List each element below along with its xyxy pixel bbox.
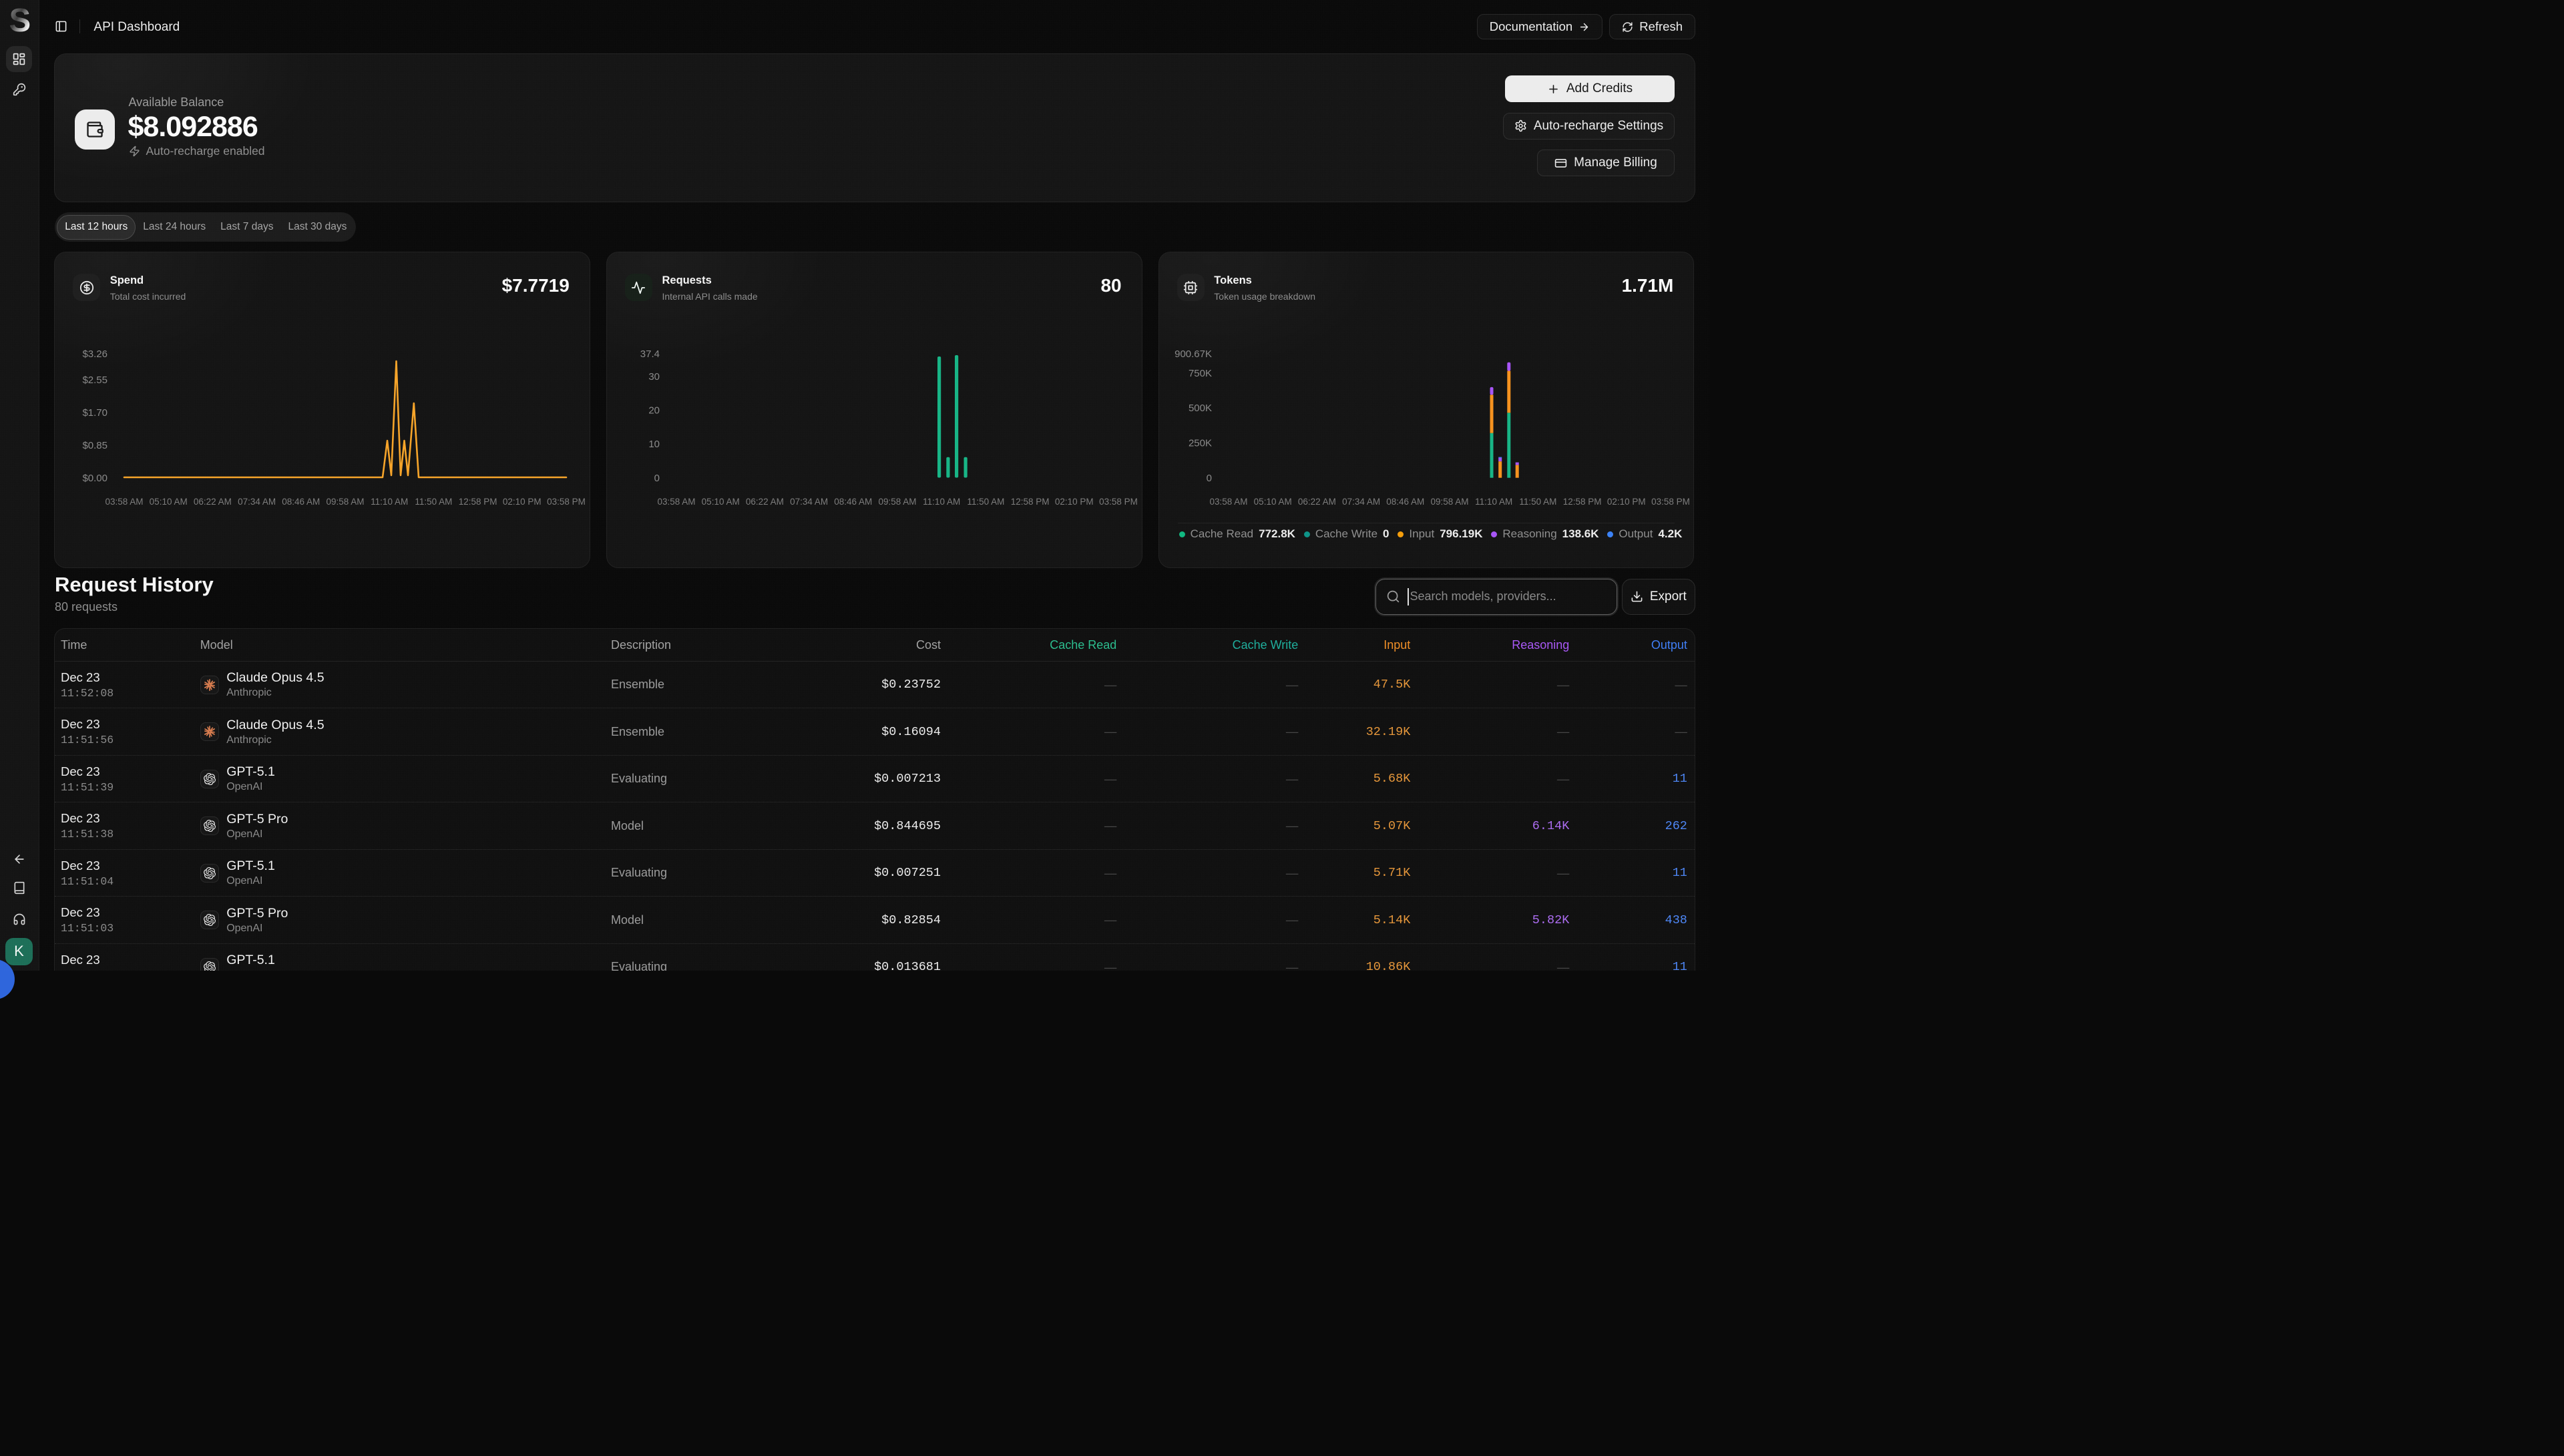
svg-text:05:10 AM: 05:10 AM [150, 497, 188, 507]
svg-text:07:34 AM: 07:34 AM [1342, 497, 1380, 507]
svg-text:500K: 500K [1189, 403, 1212, 414]
svg-text:11:10 AM: 11:10 AM [1475, 497, 1512, 507]
svg-text:11:50 AM: 11:50 AM [967, 497, 1004, 507]
svg-text:03:58 PM: 03:58 PM [1099, 497, 1138, 507]
svg-text:250K: 250K [1189, 438, 1212, 449]
svg-text:$1.70: $1.70 [82, 407, 108, 419]
svg-text:06:22 AM: 06:22 AM [746, 497, 784, 507]
svg-text:12:58 PM: 12:58 PM [459, 497, 497, 507]
svg-text:30: 30 [648, 371, 660, 383]
svg-text:06:22 AM: 06:22 AM [1297, 497, 1335, 507]
svg-text:07:34 AM: 07:34 AM [790, 497, 828, 507]
svg-text:07:34 AM: 07:34 AM [238, 497, 276, 507]
svg-text:08:46 AM: 08:46 AM [834, 497, 872, 507]
svg-text:02:10 PM: 02:10 PM [503, 497, 542, 507]
svg-text:09:58 AM: 09:58 AM [1430, 497, 1468, 507]
svg-text:05:10 AM: 05:10 AM [1253, 497, 1291, 507]
svg-text:09:58 AM: 09:58 AM [326, 497, 364, 507]
svg-text:08:46 AM: 08:46 AM [282, 497, 320, 507]
svg-text:$3.26: $3.26 [82, 348, 108, 360]
svg-text:11:10 AM: 11:10 AM [923, 497, 960, 507]
svg-text:$2.55: $2.55 [82, 375, 108, 386]
svg-text:12:58 PM: 12:58 PM [1010, 497, 1049, 507]
svg-text:08:46 AM: 08:46 AM [1386, 497, 1424, 507]
svg-text:750K: 750K [1189, 368, 1212, 379]
svg-text:$0.00: $0.00 [82, 473, 108, 484]
svg-text:11:50 AM: 11:50 AM [415, 497, 452, 507]
svg-text:03:58 AM: 03:58 AM [657, 497, 695, 507]
svg-text:0: 0 [654, 473, 659, 484]
svg-text:06:22 AM: 06:22 AM [194, 497, 232, 507]
svg-text:03:58 PM: 03:58 PM [547, 497, 586, 507]
svg-text:0: 0 [1206, 473, 1211, 484]
svg-text:03:58 AM: 03:58 AM [105, 497, 143, 507]
svg-text:11:50 AM: 11:50 AM [1519, 497, 1556, 507]
svg-text:20: 20 [648, 405, 660, 417]
svg-text:09:58 AM: 09:58 AM [878, 497, 916, 507]
svg-text:02:10 PM: 02:10 PM [1607, 497, 1645, 507]
svg-text:03:58 PM: 03:58 PM [1651, 497, 1690, 507]
svg-text:900.67K: 900.67K [1174, 348, 1212, 360]
svg-text:37.4: 37.4 [640, 348, 660, 360]
svg-text:10: 10 [648, 439, 660, 450]
svg-text:$0.85: $0.85 [82, 440, 108, 451]
svg-text:S: S [9, 7, 31, 34]
svg-text:05:10 AM: 05:10 AM [701, 497, 739, 507]
svg-text:12:58 PM: 12:58 PM [1562, 497, 1601, 507]
svg-text:02:10 PM: 02:10 PM [1055, 497, 1094, 507]
svg-text:03:58 AM: 03:58 AM [1209, 497, 1247, 507]
svg-text:11:10 AM: 11:10 AM [371, 497, 408, 507]
